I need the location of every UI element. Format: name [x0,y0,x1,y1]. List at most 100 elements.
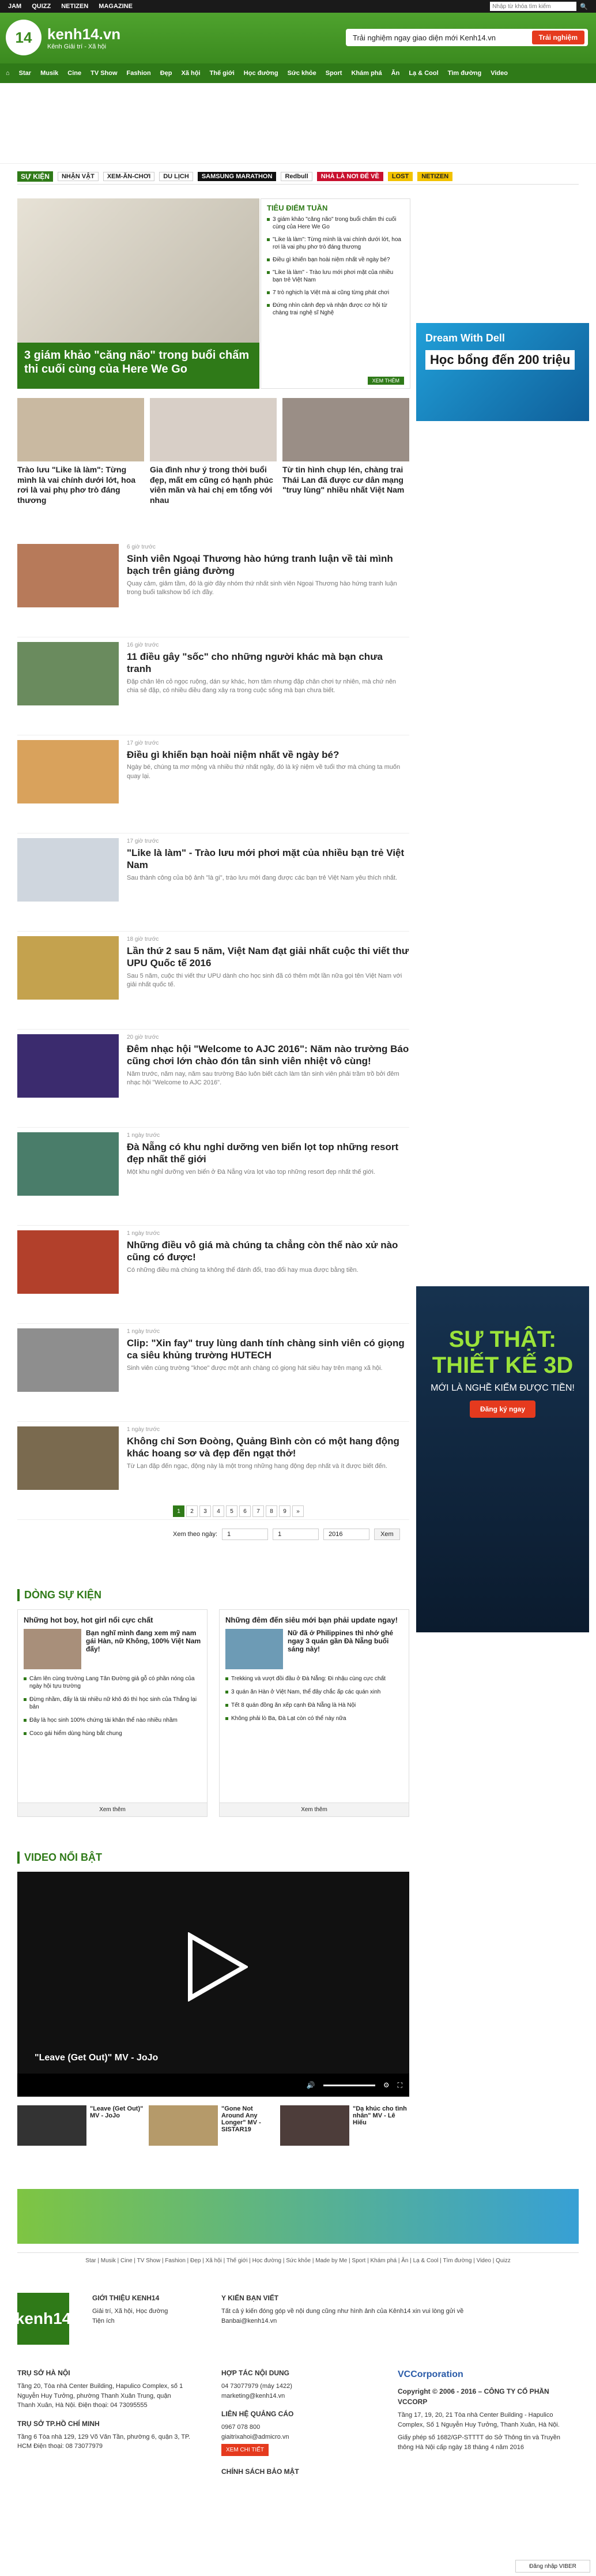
focus-item[interactable]: "Like là làm": Từng mình là vai chính dư… [267,236,404,251]
video-item[interactable]: "Leave (Get Out)" MV - JoJo [17,2105,144,2146]
page-button[interactable]: 4 [213,1505,224,1517]
news-title[interactable]: Đà Nẵng có khu nghỉ dưỡng ven biển lọt t… [127,1141,409,1166]
event-item[interactable]: 3 quán ăn Hàn ở Việt Nam, thể đây chắc ấ… [225,1688,403,1696]
next-page-button[interactable]: » [292,1505,304,1517]
video-item-title[interactable]: "Leave (Get Out)" MV - JoJo [90,2105,144,2146]
category-links[interactable]: Star | Musik | Cine | TV Show | Fashion … [17,2252,579,2264]
event-tag[interactable]: NHẬN VẬT [57,171,99,181]
nav-item[interactable]: Video [491,70,508,77]
page-button[interactable]: 5 [226,1505,237,1517]
search-input[interactable] [490,2,577,11]
event-tag[interactable]: Redbull [281,171,312,181]
page-button[interactable]: 3 [199,1505,211,1517]
news-title[interactable]: Đêm nhạc hội "Welcome to AJC 2016": Năm … [127,1043,409,1068]
event-box-title[interactable]: Những hot boy, hot girl nổi cực chất [24,1616,201,1624]
volume-slider[interactable] [323,2084,375,2086]
event-lead-title[interactable]: Bạn nghĩ mình đang xem mỹ nam gái Hàn, n… [86,1629,201,1669]
event-item[interactable]: Đừng nhầm, đấy là tài nhiều nữ khô đó th… [24,1696,201,1711]
nav-item[interactable]: Cine [67,70,81,77]
focus-item[interactable]: 3 giám khảo "căng não" trong buổi chấm t… [267,216,404,231]
news-thumb[interactable] [17,1426,119,1490]
search-icon[interactable]: 🔍 [580,3,588,10]
video-thumb[interactable] [149,2105,218,2146]
event-tag[interactable]: XEM-ĂN-CHƠI [103,171,155,181]
event-lead-image[interactable] [24,1629,81,1669]
event-item[interactable]: Đây là học sinh 100% chứng tài khăn thể … [24,1717,201,1724]
news-title[interactable]: Lần thứ 2 sau 5 năm, Việt Nam đạt giải n… [127,945,409,970]
nav-item[interactable]: Sport [326,70,342,77]
sub-story-title[interactable]: Trào lưu "Like là làm": Từng mình là vai… [17,465,144,505]
nav-item[interactable]: Khám phá [351,70,382,77]
news-item[interactable]: 1 ngày trước Những điều vô giá mà chúng t… [17,1226,409,1324]
news-thumb[interactable] [17,544,119,607]
event-item[interactable]: Cảm lên cùng trường Lang Tân Đường giả g… [24,1675,201,1690]
sub-story[interactable]: Từ tin hình chụp lén, chàng trai Thái La… [282,398,409,505]
news-thumb[interactable] [17,1328,119,1392]
video-item[interactable]: "Gone Not Around Any Longer" MV - SISTAR… [149,2105,276,2146]
news-thumb[interactable] [17,1132,119,1196]
event-lead-title[interactable]: Nữ đã ở Philippines thì nhớ ghé ngay 3 q… [288,1629,403,1669]
event-tag[interactable]: SAMSUNG MARATHON [197,171,277,181]
news-thumb[interactable] [17,1230,119,1294]
focus-more-button[interactable]: XEM THÊM [367,377,404,385]
feedback-email[interactable]: Banbai@kenh14.vn [221,2316,469,2326]
news-item[interactable]: 17 giờ trước Điều gì khiến bạn hoài niệm … [17,735,409,833]
3d-design-ad[interactable]: SỰ THẬT: THIẾT KẾ 3D MỚI LÀ NGHỀ KIẾM ĐƯ… [416,1286,589,1632]
video-thumb[interactable] [280,2105,349,2146]
nav-item[interactable]: Xã hội [182,70,201,77]
news-thumb[interactable] [17,642,119,705]
news-title[interactable]: Không chỉ Sơn Đoòng, Quảng Bình còn có m… [127,1435,409,1460]
settings-icon[interactable]: ⚙ [383,2081,390,2089]
page-button[interactable]: 7 [252,1505,264,1517]
sub-story-image[interactable] [282,398,409,461]
event-item[interactable]: Không phải lò Ba, Đà Lạt còn có thể này … [225,1715,403,1722]
event-box-title[interactable]: Những đêm đến siêu mới bạn phải update n… [225,1616,403,1624]
event-lead-image[interactable] [225,1629,283,1669]
sub-story-title[interactable]: Từ tin hình chụp lén, chàng trai Thái La… [282,465,409,495]
day-select[interactable]: 1 [222,1529,269,1540]
news-thumb[interactable] [17,740,119,803]
video-item-title[interactable]: "Gone Not Around Any Longer" MV - SISTAR… [221,2105,276,2146]
focus-item[interactable]: "Like là làm" - Trào lưu mới phơi mặt củ… [267,269,404,284]
news-item[interactable]: 6 giờ trước Sinh viên Ngoại Thương hào hứ… [17,539,409,637]
home-icon[interactable]: ⌂ [6,70,10,77]
news-item[interactable]: 1 ngày trước Đà Nẵng có khu nghỉ dưỡng ve… [17,1128,409,1226]
nav-item[interactable]: Tìm đường [448,70,482,77]
view-button[interactable]: Xem [374,1529,400,1540]
page-button[interactable]: 6 [239,1505,251,1517]
news-title[interactable]: Sinh viên Ngoại Thương hào hứng tranh lu… [127,553,409,577]
content-coop-email[interactable]: marketing@kenh14.vn [221,2391,383,2401]
sub-story[interactable]: Gia đình như ý trong thời buổi đẹp, mất … [150,398,277,505]
ads-email[interactable]: giaitrixahoi@admicro.vn [221,2432,383,2442]
event-lead[interactable]: Nữ đã ở Philippines thì nhớ ghé ngay 3 q… [225,1629,403,1669]
hero-title[interactable]: 3 giám khảo "căng não" trong buổi chấm t… [17,343,259,389]
video-item-title[interactable]: "Dạ khúc cho tình nhân" MV - Lê Hiếu [353,2105,407,2146]
event-item[interactable]: Trekking và vượt đồi đầu ở Đà Nẵng: Đi n… [225,1675,403,1683]
nav-item[interactable]: Star [19,70,31,77]
nav-item[interactable]: Học đường [244,70,278,77]
page-button[interactable]: 2 [186,1505,198,1517]
footer-tool[interactable]: Tiện ích [92,2316,213,2326]
topbar-link-magazine[interactable]: MAGAZINE [99,3,133,10]
see-more-button[interactable]: Xem thêm [18,1803,207,1816]
event-lead[interactable]: Bạn nghĩ mình đang xem mỹ nam gái Hàn, n… [24,1629,201,1669]
sub-story-title[interactable]: Gia đình như ý trong thời buổi đẹp, mất … [150,465,277,505]
topbar-link-jam[interactable]: JAM [8,3,21,10]
video-player[interactable]: "Leave (Get Out)" MV - JoJo 🔊 ⚙ ⛶ [17,1872,409,2097]
page-button[interactable]: 1 [173,1505,184,1517]
page-button[interactable]: 8 [266,1505,277,1517]
event-tag[interactable]: LOST [387,171,413,181]
nav-item[interactable]: Đẹp [160,70,172,77]
nav-item[interactable]: Lạ & Cool [409,70,438,77]
sub-story-image[interactable] [150,398,277,461]
news-item[interactable]: 1 ngày trước Clip: "Xin fay" truy lùng da… [17,1324,409,1422]
nav-item[interactable]: TV Show [90,70,117,77]
view-detail-button[interactable]: XEM CHI TIẾT [221,2444,269,2456]
video-thumb[interactable] [17,2105,86,2146]
news-title[interactable]: 11 điều gây "sốc" cho những người khác m… [127,651,409,675]
news-item[interactable]: 17 giờ trước "Like là làm" - Trào lưu mới… [17,833,409,932]
see-more-button[interactable]: Xem thêm [220,1803,409,1816]
play-icon[interactable] [184,1932,248,2002]
nav-item[interactable]: Ăn [391,70,400,77]
footer-logo[interactable]: kenh14 [16,2293,71,2345]
